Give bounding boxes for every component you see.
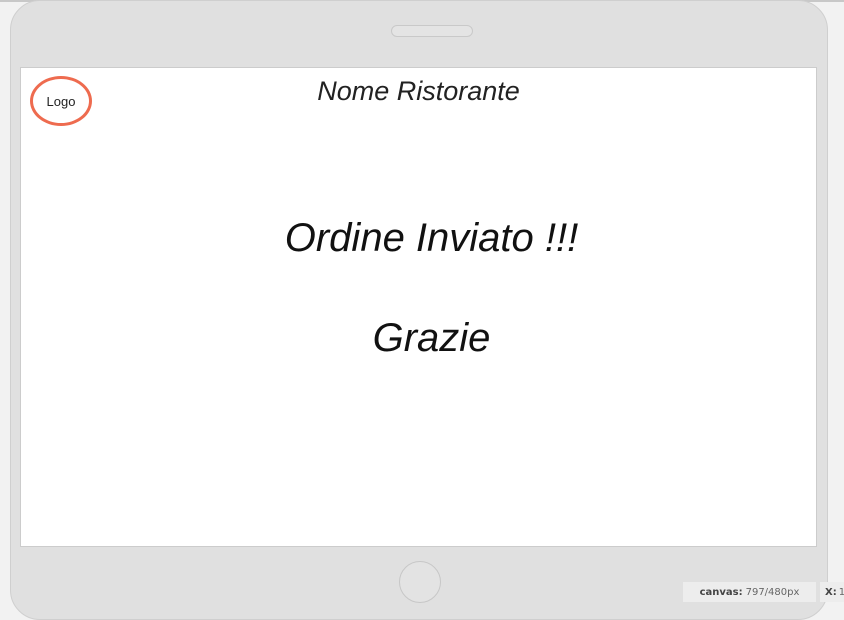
thanks-message: Grazie — [372, 316, 491, 360]
canvas-label: canvas: — [699, 586, 743, 598]
x-value: 1 — [838, 586, 844, 598]
order-sent-message: Ordine Inviato !!! — [284, 216, 579, 260]
x-coordinate-status: X: 1 — [820, 582, 844, 602]
speaker-slot — [391, 25, 473, 37]
tablet-screen: Logo Nome Ristorante Ordine Inviato !!! … — [20, 67, 817, 547]
home-button[interactable] — [399, 561, 441, 603]
canvas-size-status: canvas: 797/480px — [683, 582, 816, 602]
x-label: X: — [825, 586, 837, 598]
restaurant-name: Nome Ristorante — [317, 76, 520, 106]
canvas-value: 797/480px — [745, 586, 800, 598]
